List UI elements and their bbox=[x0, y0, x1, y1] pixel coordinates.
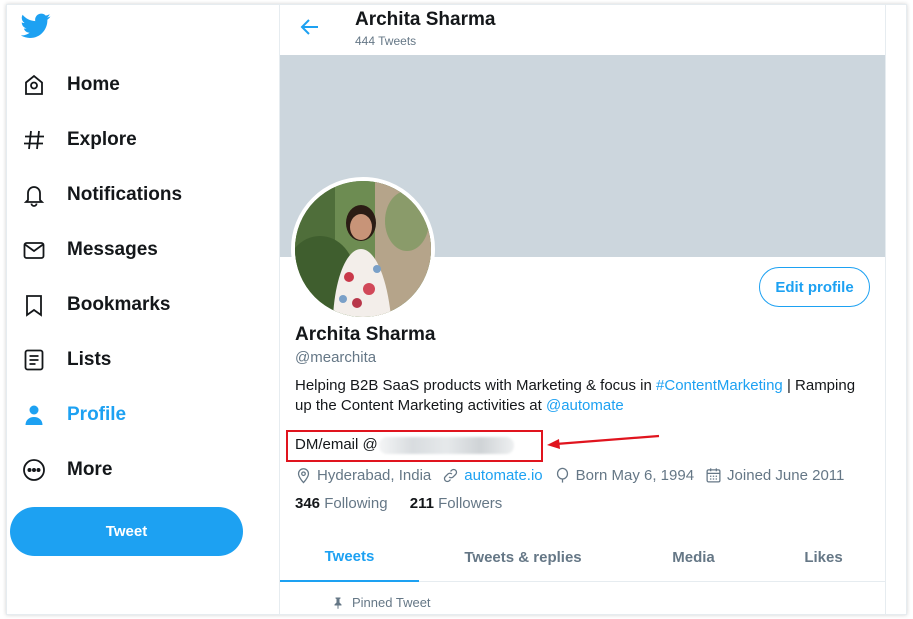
envelope-icon bbox=[21, 237, 47, 263]
birthday-text: Born May 6, 1994 bbox=[575, 466, 695, 484]
profile-handle: @mearchita bbox=[295, 349, 377, 366]
pinned-tweet-label: Pinned Tweet bbox=[332, 595, 431, 610]
edit-profile-button[interactable]: Edit profile bbox=[759, 267, 870, 307]
following-link[interactable]: 346 Following bbox=[295, 495, 388, 512]
location: Hyderabad, India bbox=[295, 467, 431, 484]
birthday: Born May 6, 1994 bbox=[554, 467, 694, 484]
sidebar-item-label: More bbox=[67, 459, 113, 480]
profile-tabs: Tweets Tweets & replies Media Likes bbox=[280, 532, 885, 582]
bell-icon bbox=[21, 182, 47, 208]
joined-date: Joined June 2011 bbox=[705, 467, 844, 484]
sidebar-item-label: Lists bbox=[67, 349, 112, 370]
page-title: Archita Sharma bbox=[355, 9, 496, 30]
more-circle-icon bbox=[21, 457, 47, 483]
tweet-count: 444 Tweets bbox=[355, 34, 417, 48]
annotation-highlight-box bbox=[286, 430, 543, 462]
sidebar: Home Explore Notifications Messages Book bbox=[7, 5, 279, 614]
joined-text: Joined June 2011 bbox=[727, 466, 845, 484]
sidebar-item-label: Profile bbox=[67, 404, 127, 425]
location-pin-icon bbox=[297, 467, 310, 484]
profile-name: Archita Sharma bbox=[295, 324, 436, 345]
browser-frame: Home Explore Notifications Messages Book bbox=[6, 4, 907, 615]
pin-icon bbox=[334, 597, 342, 609]
twitter-bird-icon[interactable] bbox=[21, 13, 51, 39]
profile-header: Archita Sharma 444 Tweets bbox=[280, 5, 885, 55]
sidebar-item-label: Home bbox=[67, 74, 120, 95]
sidebar-item-label: Bookmarks bbox=[67, 294, 171, 315]
calendar-icon bbox=[706, 467, 721, 483]
mention-link[interactable]: @automate bbox=[546, 397, 624, 414]
annotation-arrow-icon bbox=[547, 434, 660, 449]
tab-tweets-replies[interactable]: Tweets & replies bbox=[419, 532, 627, 582]
profile-meta: Hyderabad, India automate.io Born May 6,… bbox=[295, 465, 855, 485]
bio-text: Helping B2B SaaS products with Marketing… bbox=[295, 377, 657, 394]
followers-label: Followers bbox=[438, 495, 503, 512]
followers-link[interactable]: 211 Followers bbox=[410, 495, 503, 512]
profile-bio: Helping B2B SaaS products with Marketing… bbox=[295, 376, 875, 416]
tab-likes[interactable]: Likes bbox=[760, 532, 887, 582]
avatar[interactable] bbox=[291, 177, 435, 321]
sidebar-item-label: Explore bbox=[67, 129, 137, 150]
tweet-button[interactable]: Tweet bbox=[10, 507, 243, 556]
link-icon bbox=[444, 468, 458, 482]
follow-stats: 346 Following 211 Followers bbox=[295, 495, 520, 512]
tab-media[interactable]: Media bbox=[627, 532, 760, 582]
profile-column: Archita Sharma 444 Tweets Edit profile A… bbox=[279, 5, 886, 614]
list-icon bbox=[21, 347, 47, 373]
pinned-text: Pinned Tweet bbox=[352, 595, 431, 610]
followers-count: 211 bbox=[409, 495, 434, 512]
following-label: Following bbox=[324, 495, 388, 512]
following-count: 346 bbox=[295, 495, 321, 512]
sidebar-item-label: Messages bbox=[67, 239, 158, 260]
tab-tweets[interactable]: Tweets bbox=[280, 532, 419, 582]
home-icon bbox=[21, 72, 47, 98]
sidebar-item-label: Notifications bbox=[67, 184, 183, 205]
website-link[interactable]: automate.io bbox=[464, 467, 542, 484]
bookmark-icon bbox=[21, 292, 47, 318]
hashtag-link[interactable]: #ContentMarketing bbox=[656, 377, 783, 394]
location-text: Hyderabad, India bbox=[317, 466, 432, 484]
balloon-icon bbox=[556, 467, 568, 483]
hashtag-icon bbox=[21, 127, 47, 153]
person-icon bbox=[21, 402, 47, 428]
back-arrow-icon[interactable] bbox=[298, 15, 322, 39]
website[interactable]: automate.io bbox=[442, 467, 543, 484]
